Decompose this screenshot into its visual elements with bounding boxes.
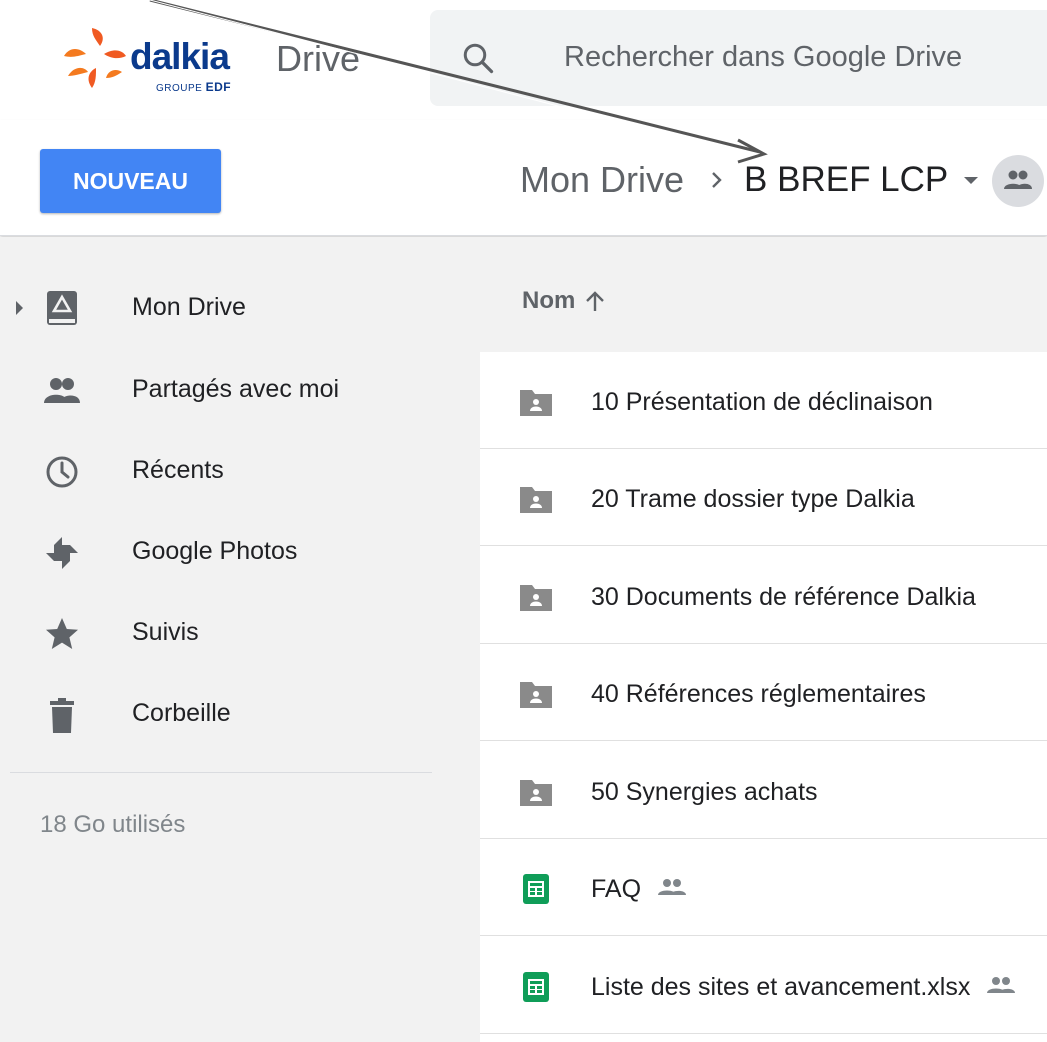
sidebar-item-label: Corbeille	[132, 699, 231, 727]
sidebar-divider	[10, 772, 432, 773]
sidebar-item-label: Partagés avec moi	[132, 375, 340, 403]
sidebar-item-starred[interactable]: Suivis	[0, 596, 480, 668]
file-row[interactable]: 20 Trame dossier type Dalkia	[480, 449, 1047, 546]
shared-folder-icon	[520, 682, 552, 708]
search-icon[interactable]	[460, 40, 496, 76]
sidebar-item-my-drive[interactable]: Mon Drive	[0, 271, 480, 343]
file-name: 10 Présentation de déclinaison	[591, 388, 933, 416]
file-list: 10 Présentation de déclinaison 20 Trame …	[480, 352, 1047, 1042]
shared-folder-icon[interactable]	[992, 155, 1044, 207]
drive-app: dalkia GROUPE EDF Drive Rechercher dans …	[0, 0, 1047, 1042]
clock-icon	[46, 456, 78, 488]
column-header-name[interactable]: Nom	[522, 287, 575, 315]
shared-people-icon	[987, 977, 1016, 994]
star-icon	[46, 618, 78, 649]
file-name: 20 Trame dossier type Dalkia	[591, 485, 915, 513]
people-icon	[1004, 170, 1032, 189]
file-name: Liste des sites et avancement.xlsx	[591, 973, 971, 1001]
file-name: 40 Références réglementaires	[591, 680, 926, 708]
shared-people-icon	[658, 879, 687, 896]
app-header: dalkia GROUPE EDF Drive Rechercher dans …	[0, 0, 1047, 120]
storage-usage: 18 Go utilisés	[40, 811, 186, 838]
expand-arrow-icon[interactable]	[16, 301, 23, 315]
file-row[interactable]: 30 Documents de référence Dalkia	[480, 547, 1047, 644]
sidebar-item-label: Récents	[132, 456, 224, 484]
sidebar-item-label: Google Photos	[132, 537, 298, 565]
shared-folder-icon	[520, 487, 552, 513]
shared-folder-icon	[520, 390, 552, 416]
logo-tagline-brand: EDF	[205, 80, 232, 94]
drive-toolbar: NOUVEAU Mon Drive B BREF LCP	[0, 120, 1047, 236]
sidebar-item-google-photos[interactable]: Google Photos	[0, 515, 480, 587]
breadcrumb: Mon Drive B BREF LCP	[520, 156, 980, 204]
caret-down-icon[interactable]	[962, 174, 980, 186]
file-name: 30 Documents de référence Dalkia	[591, 583, 976, 611]
file-row[interactable]: 50 Synergies achats	[480, 742, 1047, 839]
dalkia-flame-icon	[64, 28, 126, 88]
dalkia-logo[interactable]: dalkia GROUPE EDF	[62, 26, 242, 96]
file-row[interactable]: FAQ	[480, 839, 1047, 936]
logo-tagline-prefix: GROUPE	[156, 83, 203, 94]
file-name-wrapper: Liste des sites et avancement.xlsx	[591, 973, 1016, 1002]
chevron-right-icon	[712, 172, 722, 188]
file-name: FAQ	[591, 875, 642, 903]
google-sheets-icon	[523, 874, 549, 904]
sidebar: Mon Drive Partagés avec moi Récents Goog…	[0, 237, 480, 1042]
photos-pinwheel-icon	[46, 537, 78, 569]
shared-folder-icon	[520, 780, 552, 806]
logo-wordmark: dalkia	[130, 36, 230, 77]
sidebar-item-recent[interactable]: Récents	[0, 434, 480, 506]
file-row[interactable]: 40 Références réglementaires	[480, 644, 1047, 741]
file-name: 50 Synergies achats	[591, 778, 818, 806]
new-button[interactable]: NOUVEAU	[40, 149, 221, 213]
breadcrumb-current-folder[interactable]: B BREF LCP	[744, 160, 948, 200]
search-bar[interactable]: Rechercher dans Google Drive	[430, 10, 1047, 106]
shared-people-icon	[44, 378, 80, 403]
file-list-header: Nom	[480, 237, 1047, 352]
sort-ascending-icon[interactable]	[584, 289, 606, 313]
trash-icon	[50, 698, 74, 733]
logo-tagline: GROUPE EDF	[156, 80, 231, 94]
sidebar-item-shared-with-me[interactable]: Partagés avec moi	[0, 353, 480, 425]
sidebar-item-label: Mon Drive	[132, 293, 246, 321]
sidebar-item-label: Suivis	[132, 618, 199, 646]
product-name: Drive	[276, 38, 361, 79]
google-sheets-icon	[523, 972, 549, 1002]
breadcrumb-root[interactable]: Mon Drive	[520, 159, 684, 201]
shared-folder-icon	[520, 585, 552, 611]
file-name-wrapper: FAQ	[591, 875, 687, 904]
search-input[interactable]: Rechercher dans Google Drive	[564, 41, 962, 74]
drive-icon	[47, 291, 77, 325]
file-row[interactable]: 10 Présentation de déclinaison	[480, 352, 1047, 449]
file-row[interactable]: Liste des sites et avancement.xlsx	[480, 937, 1047, 1034]
sidebar-item-trash[interactable]: Corbeille	[0, 677, 480, 749]
